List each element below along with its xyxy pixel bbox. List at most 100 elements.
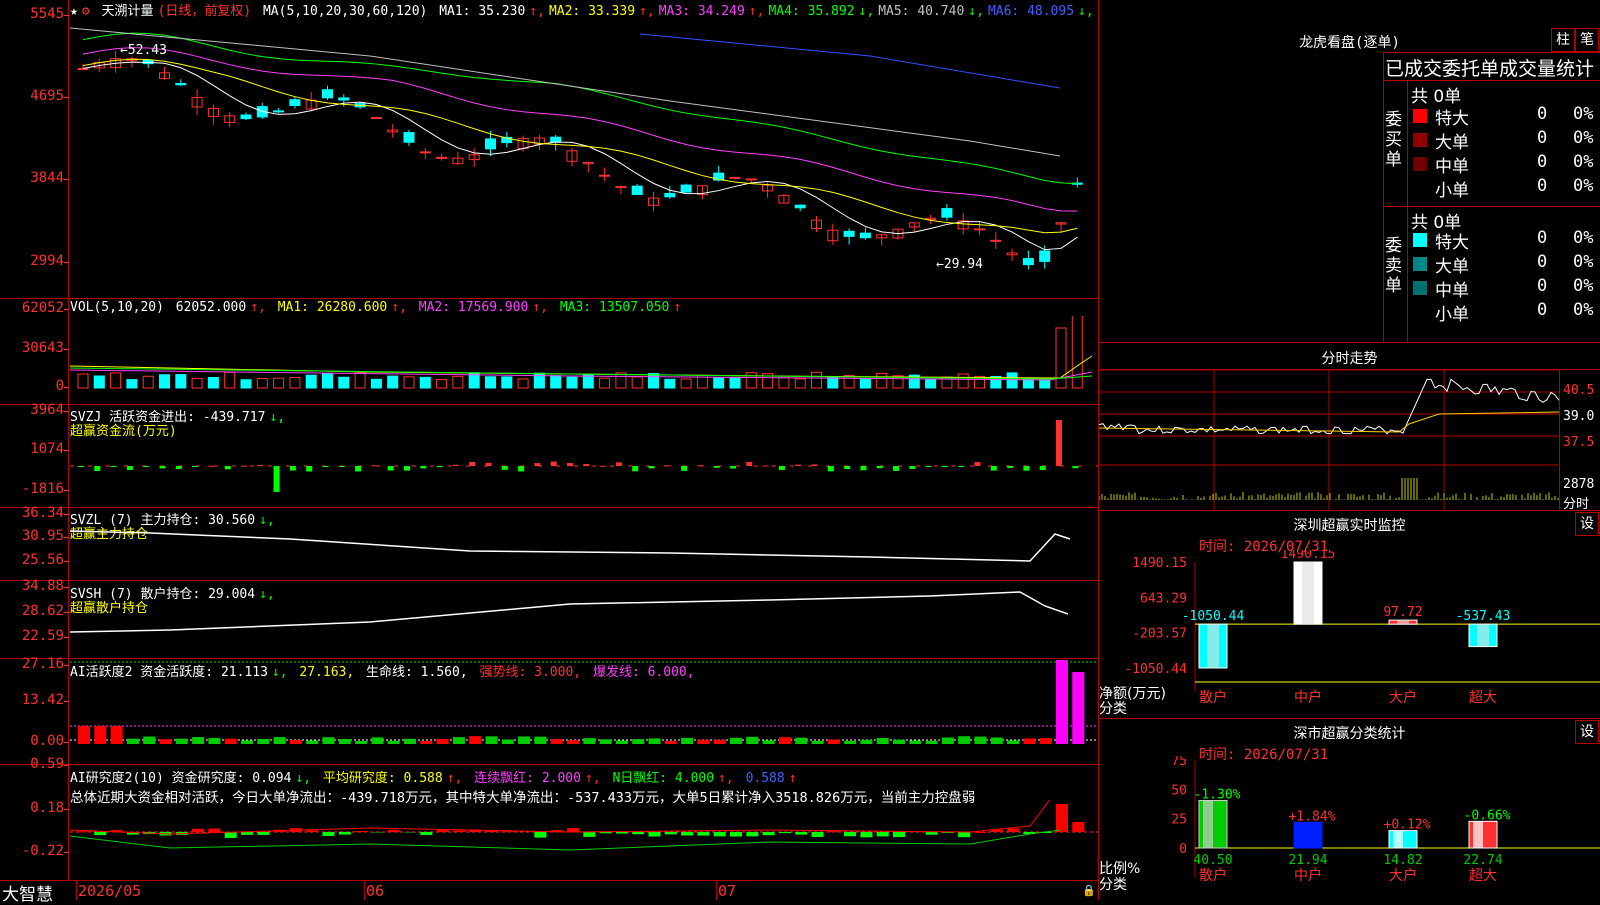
- order-type: 中单: [1435, 152, 1469, 177]
- ytick-label: 28.62: [0, 603, 64, 619]
- volume-bar: [208, 377, 218, 388]
- ytick-label: 0: [0, 378, 64, 394]
- ai1-bar: [371, 737, 383, 744]
- volume-bar: [94, 376, 104, 388]
- order-row: 小单00%: [1099, 300, 1600, 324]
- svsh-chart[interactable]: [70, 582, 1098, 657]
- order-pct: 0%: [1573, 176, 1593, 196]
- volume-bar: [339, 377, 349, 388]
- svzj-bar: [160, 466, 166, 468]
- ai2-bar: [812, 832, 824, 837]
- candle-body: [746, 179, 756, 180]
- svzj-bar: [795, 465, 801, 466]
- svzl-chart[interactable]: [70, 509, 1098, 579]
- ai2-bar: [616, 832, 628, 834]
- svzj-chart[interactable]: [70, 420, 1098, 506]
- volume-bar: [78, 374, 88, 388]
- svzj-bar: [486, 463, 492, 466]
- ma6-line: [640, 34, 1060, 88]
- svzj-bar: [437, 466, 443, 467]
- ai1-chart[interactable]: [70, 660, 1098, 763]
- volume-bar: [828, 377, 838, 388]
- ytick-label: 4695: [0, 88, 64, 104]
- ai1-bar: [1023, 738, 1035, 744]
- ai1-bar: [828, 740, 840, 744]
- svzj-bar: [665, 465, 671, 466]
- ai1-bar: [1007, 740, 1019, 744]
- volume-bar: [274, 378, 284, 388]
- volume-bar: [192, 378, 202, 388]
- svzj-bar: [844, 466, 850, 469]
- ai2-legend: AI研究度2(10) 资金研究度: 0.094↓, 平均研究度: 0.588↑,…: [70, 767, 801, 786]
- volume-bar: [486, 377, 496, 388]
- dragon-header: 已成交委托单成交量统计: [1385, 54, 1594, 81]
- order-value: 0: [1537, 276, 1547, 296]
- order-type: 小单: [1435, 176, 1469, 201]
- classify-settings-button[interactable]: 设: [1575, 720, 1599, 744]
- ai2-bar: [78, 831, 90, 832]
- ai1-bar: [78, 726, 90, 744]
- svzj-bar: [909, 466, 915, 469]
- ai2-bar: [192, 829, 204, 832]
- volume-bar: [323, 373, 333, 388]
- vol-ma2: MA2: 17569.900: [419, 300, 529, 315]
- bar-mode-button[interactable]: 柱: [1551, 28, 1575, 52]
- svzj-bar: [371, 465, 377, 466]
- ai1-bar: [909, 741, 921, 744]
- svzj-bar: [779, 466, 785, 470]
- ai2-bar: [877, 832, 889, 836]
- volume-bar: [111, 373, 121, 388]
- volume-bar: [600, 378, 610, 388]
- svzj-bar: [534, 463, 540, 466]
- monitor-title: 深圳超赢实时监控: [1099, 515, 1600, 535]
- ai2-bar: [763, 832, 775, 835]
- ai1-bar: [420, 741, 432, 744]
- classify-ytick: 50: [1171, 783, 1187, 798]
- volume-chart[interactable]: [70, 316, 1098, 396]
- ai1-bar: [600, 739, 612, 744]
- ai1-bar: [453, 737, 465, 744]
- vol-params: VOL(5,10,20): [70, 300, 164, 315]
- candle-body: [1023, 259, 1033, 265]
- svzj-bar: [518, 466, 524, 471]
- svzj-bar: [1056, 420, 1062, 466]
- candle-body: [339, 98, 349, 100]
- svzj-bar: [290, 466, 296, 471]
- ai1-bar: [812, 741, 824, 744]
- ai2-bar: [241, 832, 253, 835]
- monitor-bar-label: 97.72: [1383, 605, 1422, 620]
- svzj-bar: [632, 466, 638, 471]
- monitor-category: 大户: [1389, 689, 1417, 706]
- candle-body: [274, 111, 284, 112]
- svzj-bar: [208, 466, 214, 467]
- ai1-bar: [257, 739, 269, 744]
- volume-bar: [420, 377, 430, 388]
- monitor-bar-label: -537.43: [1456, 609, 1511, 624]
- kline-chart[interactable]: ←52.43←29.94: [70, 16, 1098, 298]
- ai2-chart[interactable]: [70, 800, 1098, 880]
- svzj-bar: [877, 466, 883, 468]
- volume-bar: [616, 373, 626, 388]
- legend-swatch: [1413, 281, 1427, 295]
- svzj-bar: [812, 464, 818, 466]
- classify-chart[interactable]: 7550250-1.30%40.50散户+1.84%21.94中户+0.12%1…: [1099, 756, 1600, 900]
- svzj-bar: [714, 466, 720, 468]
- ai2-bar: [420, 832, 432, 835]
- volume-bar: [404, 377, 414, 388]
- volume-bar: [795, 379, 805, 388]
- main-chart-area[interactable]: ★⚙ 天溯计量(日线，前复权) MA(5,10,20,30,60,120) MA…: [0, 0, 1098, 900]
- classify-ytick: 25: [1171, 813, 1187, 828]
- ai2-bar: [339, 832, 351, 835]
- lock-icon[interactable]: 🔒: [1082, 884, 1096, 897]
- svzj-bar: [763, 466, 769, 467]
- monitor-chart[interactable]: 1490.15643.29-203.57-1050.44-1050.44散户14…: [1099, 550, 1600, 718]
- ai1-bar: [1040, 738, 1052, 744]
- volume-bar: [306, 375, 316, 388]
- classify-value-label: 22.74: [1463, 853, 1502, 868]
- ai2-bar: [534, 832, 546, 838]
- intraday-chart[interactable]: [1099, 370, 1559, 510]
- tick-mode-button[interactable]: 笔: [1575, 28, 1599, 52]
- candle-body: [323, 90, 333, 98]
- monitor-settings-button[interactable]: 设: [1575, 512, 1599, 536]
- ai1-bar: [763, 740, 775, 744]
